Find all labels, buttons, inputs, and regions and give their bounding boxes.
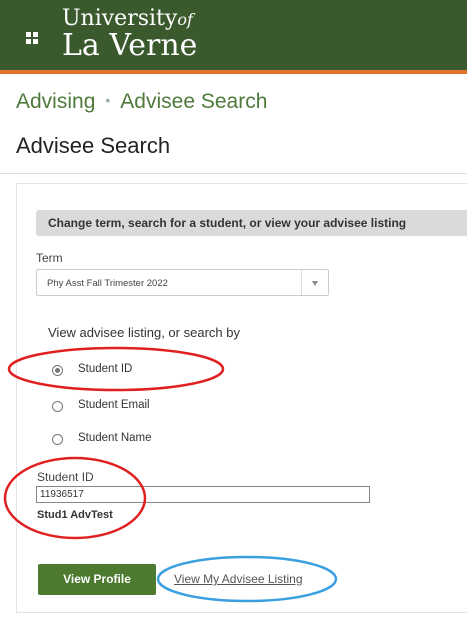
page-title: Advisee Search: [16, 133, 171, 158]
panel-header-bar: Change term, search for a student, or vi…: [36, 210, 467, 236]
radio-student-email-label[interactable]: Student Email: [78, 399, 150, 411]
chevron-down-icon: [312, 281, 318, 286]
app-header: Universityof La Verne: [0, 0, 467, 74]
radio-student-id[interactable]: [52, 365, 63, 376]
term-select-value: Phy Asst Fall Trimester 2022: [47, 278, 168, 289]
radio-student-name[interactable]: [52, 434, 63, 445]
title-divider: [0, 173, 467, 174]
student-id-input[interactable]: [37, 488, 360, 501]
breadcrumb-advising[interactable]: Advising: [16, 90, 95, 113]
view-profile-button[interactable]: View Profile: [38, 564, 156, 595]
breadcrumb: Advising • Advisee Search: [16, 90, 267, 114]
dropdown-arrow[interactable]: [301, 270, 328, 295]
breadcrumb-separator: •: [105, 92, 111, 108]
view-advisee-listing-link[interactable]: View My Advisee Listing: [174, 572, 303, 586]
university-logo[interactable]: Universityof La Verne: [62, 8, 197, 61]
breadcrumb-advisee-search[interactable]: Advisee Search: [120, 90, 267, 113]
search-by-label: View advisee listing, or search by: [48, 325, 240, 340]
radio-student-email[interactable]: [52, 401, 63, 412]
student-name: Stud1 AdvTest: [37, 509, 113, 521]
grid-icon[interactable]: [26, 32, 38, 44]
term-label: Term: [36, 251, 63, 265]
search-panel: [16, 183, 467, 613]
radio-student-name-label[interactable]: Student Name: [78, 432, 152, 444]
term-select[interactable]: Phy Asst Fall Trimester 2022: [36, 269, 329, 296]
panel-header-text: Change term, search for a student, or vi…: [48, 216, 407, 230]
radio-student-id-label[interactable]: Student ID: [78, 363, 132, 375]
student-id-field[interactable]: [36, 486, 370, 503]
student-id-label: Student ID: [37, 470, 94, 484]
